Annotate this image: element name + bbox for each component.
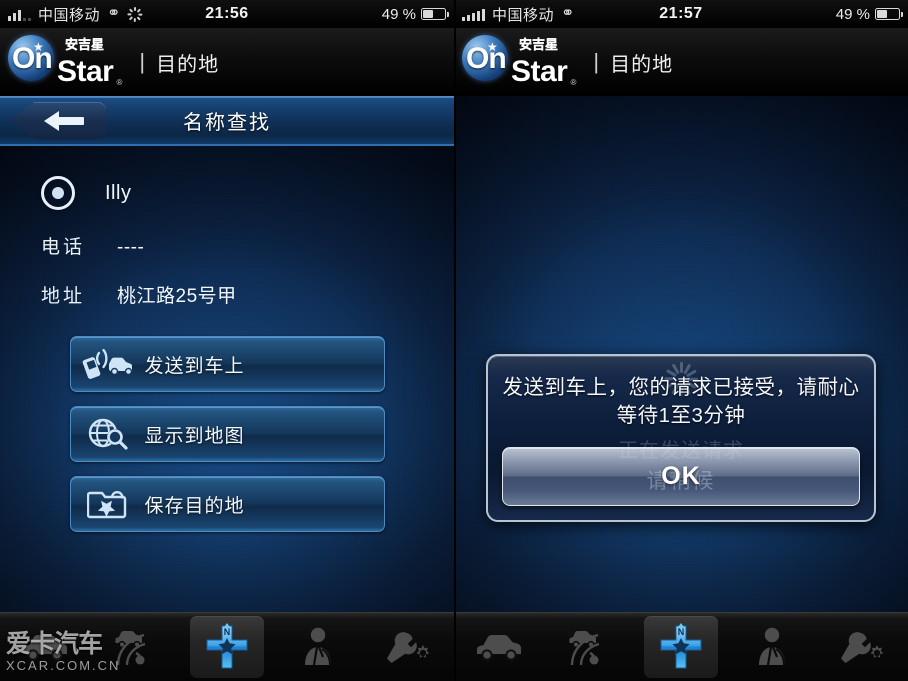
logo-on-text: On xyxy=(466,42,507,75)
send-to-car-button[interactable]: 发送到车上 xyxy=(69,336,385,392)
poi-name-label: Illy xyxy=(105,181,132,204)
poi-address-label: 地址 xyxy=(41,286,86,307)
logo-star-icon: ★ xyxy=(487,40,498,54)
logo-star-text: Star xyxy=(511,55,568,88)
radio-selected-icon[interactable] xyxy=(41,176,75,210)
tab-bar-left: N xyxy=(0,612,454,681)
tab-destination[interactable]: N xyxy=(182,613,273,681)
registered-mark-icon: ® xyxy=(116,78,123,87)
content-area-left: Illy 电话 ---- 地址 桃江路25号甲 发送到车上 显示到地图 保存目的… xyxy=(0,146,454,613)
battery-icon xyxy=(421,8,450,20)
dual-screenshot-stage: 中国移动 ⚭ 21:56 49 % On ★ Star 安吉星 ® | 目的地 … xyxy=(0,0,908,681)
save-destination-button[interactable]: 保存目的地 xyxy=(69,476,385,532)
poi-address-row: 地址 桃江路25号甲 xyxy=(41,281,454,308)
edge-network-icon: ⚭ xyxy=(561,5,575,22)
globe-search-icon xyxy=(71,417,145,451)
status-right-group: 49 % xyxy=(381,5,450,23)
content-area-right: 正在发送请求 发送到车上，您的请求已接受，请耐心等待1至3分钟 请稍候 OK xyxy=(454,96,908,613)
logo-on-text: On xyxy=(12,42,53,75)
status-right-group: 49 % xyxy=(835,5,904,23)
tab-destination[interactable]: N xyxy=(636,613,727,681)
registered-mark-icon: ® xyxy=(570,78,577,87)
status-left-group: 中国移动 ⚭ xyxy=(8,4,143,25)
onstar-logo: On ★ Star 安吉星 ® | 目的地 xyxy=(8,35,220,88)
carrier-label: 中国移动 xyxy=(38,6,101,24)
right-screen: 中国移动 ⚭ 21:57 49 % On ★ Star 安吉星 ® | 目的地 … xyxy=(454,0,908,681)
tab-diagnostics[interactable] xyxy=(545,613,636,681)
logo-chinese-text: 安吉星 xyxy=(65,37,105,52)
save-destination-label: 保存目的地 xyxy=(144,495,245,517)
carrier-label: 中国移动 xyxy=(492,6,555,24)
poi-phone-row: 电话 ---- xyxy=(41,232,454,259)
page-title: 目的地 xyxy=(610,53,674,76)
app-header-right: On ★ Star 安吉星 ® | 目的地 xyxy=(454,28,908,96)
folder-star-icon xyxy=(71,487,145,521)
tab-vehicle[interactable] xyxy=(0,613,91,681)
tab-bar-right: N xyxy=(454,612,908,681)
send-request-dialog: 正在发送请求 发送到车上，您的请求已接受，请耐心等待1至3分钟 请稍候 OK xyxy=(486,354,876,522)
app-header-left: On ★ Star 安吉星 ® | 目的地 xyxy=(0,28,454,96)
status-left-group: 中国移动 ⚭ xyxy=(462,4,574,25)
poi-phone-label: 电话 xyxy=(41,237,86,258)
tab-diagnostics[interactable] xyxy=(91,613,182,681)
header-separator: | xyxy=(593,49,600,74)
activity-spinner-icon xyxy=(127,6,143,22)
phone-to-car-icon xyxy=(71,349,145,379)
logo-star-icon: ★ xyxy=(33,40,44,54)
dialog-ok-label: OK xyxy=(661,461,701,490)
back-button[interactable] xyxy=(10,101,106,140)
page-title: 目的地 xyxy=(156,53,220,76)
tab-settings[interactable] xyxy=(363,613,454,681)
dialog-ghost-message: 正在发送请求 xyxy=(618,440,744,462)
battery-icon xyxy=(875,8,904,20)
onstar-logo: On ★ Star 安吉星 ® | 目的地 xyxy=(462,35,674,88)
nav-bar-left: 名称查找 xyxy=(0,96,454,146)
onstar-orb-icon: On ★ xyxy=(462,35,508,81)
status-bar-left: 中国移动 ⚭ 21:56 49 % xyxy=(0,0,454,28)
tab-settings[interactable] xyxy=(817,613,908,681)
svg-text:N: N xyxy=(678,627,685,637)
header-separator: | xyxy=(139,49,146,74)
tab-vehicle[interactable] xyxy=(454,613,545,681)
show-on-map-label: 显示到地图 xyxy=(144,425,245,447)
signal-strength-icon xyxy=(462,8,485,21)
onstar-orb-icon: On ★ xyxy=(8,35,54,81)
svg-text:N: N xyxy=(224,627,231,637)
dialog-message: 发送到车上，您的请求已接受，请耐心等待1至3分钟 xyxy=(502,376,860,428)
left-screen: 中国移动 ⚭ 21:56 49 % On ★ Star 安吉星 ® | 目的地 … xyxy=(0,0,454,681)
back-arrow-icon xyxy=(44,110,84,131)
logo-star-text: Star xyxy=(57,55,114,88)
action-button-list: 发送到车上 显示到地图 保存目的地 xyxy=(0,336,454,532)
show-on-map-button[interactable]: 显示到地图 xyxy=(69,406,385,462)
status-bar-right: 中国移动 ⚭ 21:57 49 % xyxy=(454,0,908,28)
poi-address-value: 桃江路25号甲 xyxy=(117,286,237,307)
tab-advisor[interactable] xyxy=(272,613,363,681)
send-to-car-label: 发送到车上 xyxy=(144,355,245,377)
logo-chinese-text: 安吉星 xyxy=(519,37,559,52)
edge-network-icon: ⚭ xyxy=(107,5,121,22)
poi-phone-value: ---- xyxy=(117,237,145,258)
signal-strength-icon xyxy=(8,8,31,21)
modal-overlay: 正在发送请求 发送到车上，您的请求已接受，请耐心等待1至3分钟 请稍候 OK xyxy=(454,96,908,613)
panel-divider xyxy=(454,0,456,681)
battery-percent-label: 49 % xyxy=(381,5,416,23)
poi-selected-row[interactable]: Illy xyxy=(41,176,454,210)
tab-advisor[interactable] xyxy=(726,613,817,681)
battery-percent-label: 49 % xyxy=(835,5,870,23)
